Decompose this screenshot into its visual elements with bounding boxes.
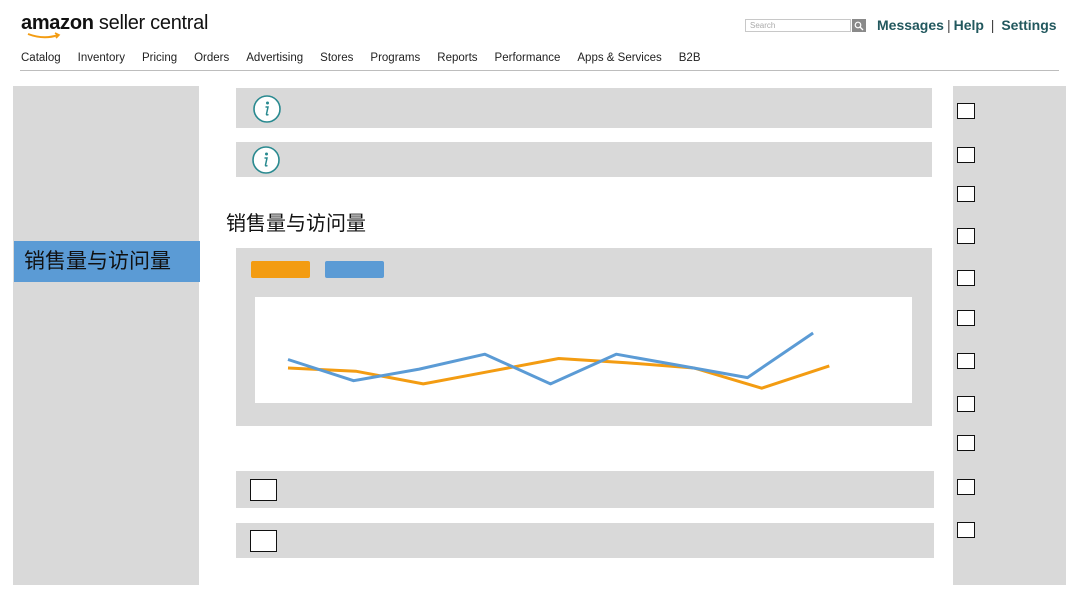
nav-catalog[interactable]: Catalog bbox=[21, 52, 61, 64]
right-checkbox[interactable] bbox=[957, 103, 975, 119]
right-checkbox[interactable] bbox=[957, 270, 975, 286]
search-input[interactable]: Search bbox=[745, 19, 851, 32]
series-line-blue bbox=[287, 331, 814, 386]
chart-area bbox=[255, 297, 912, 403]
sidebar-item-sales-traffic[interactable]: 销售量与访问量 bbox=[14, 241, 200, 282]
info-bar bbox=[236, 88, 932, 128]
logo-subtitle: seller central bbox=[93, 12, 209, 34]
right-checkbox[interactable] bbox=[957, 522, 975, 538]
content-row bbox=[236, 523, 934, 558]
messages-link[interactable]: Messages bbox=[877, 17, 944, 33]
legend-blue[interactable] bbox=[325, 261, 384, 278]
search-button[interactable] bbox=[852, 19, 866, 32]
content-row bbox=[236, 471, 934, 508]
nav-apps-services[interactable]: Apps & Services bbox=[577, 52, 661, 64]
right-checkbox[interactable] bbox=[957, 396, 975, 412]
right-checkbox[interactable] bbox=[957, 353, 975, 369]
row-checkbox[interactable] bbox=[250, 479, 277, 501]
help-link[interactable]: Help bbox=[954, 17, 984, 33]
settings-link[interactable]: Settings bbox=[1001, 17, 1056, 33]
info-bar bbox=[236, 142, 932, 177]
nav-reports[interactable]: Reports bbox=[437, 52, 477, 64]
right-checkbox[interactable] bbox=[957, 479, 975, 495]
main-nav: Catalog Inventory Pricing Orders Adverti… bbox=[21, 52, 718, 64]
nav-divider bbox=[20, 70, 1059, 71]
divider: | bbox=[986, 17, 999, 33]
right-checkbox[interactable] bbox=[957, 435, 975, 451]
nav-b2b[interactable]: B2B bbox=[679, 52, 701, 64]
nav-inventory[interactable]: Inventory bbox=[78, 52, 125, 64]
amazon-smile-icon bbox=[27, 32, 61, 39]
nav-pricing[interactable]: Pricing bbox=[142, 52, 177, 64]
row-checkbox[interactable] bbox=[250, 530, 277, 552]
right-checkbox[interactable] bbox=[957, 228, 975, 244]
nav-programs[interactable]: Programs bbox=[370, 52, 420, 64]
right-checkbox[interactable] bbox=[957, 186, 975, 202]
left-sidebar bbox=[13, 86, 199, 585]
nav-orders[interactable]: Orders bbox=[194, 52, 229, 64]
section-title: 销售量与访问量 bbox=[226, 213, 366, 235]
search-icon bbox=[854, 21, 864, 30]
legend-orange[interactable] bbox=[251, 261, 310, 278]
right-checkbox[interactable] bbox=[957, 147, 975, 163]
top-links: Messages | Help | Settings bbox=[877, 17, 1057, 33]
right-checkbox[interactable] bbox=[957, 310, 975, 326]
nav-performance[interactable]: Performance bbox=[495, 52, 561, 64]
info-icon[interactable] bbox=[252, 146, 280, 174]
info-icon[interactable] bbox=[253, 95, 281, 123]
nav-advertising[interactable]: Advertising bbox=[246, 52, 303, 64]
line-chart bbox=[287, 331, 830, 390]
nav-stores[interactable]: Stores bbox=[320, 52, 353, 64]
divider: | bbox=[946, 17, 951, 33]
series-line-orange bbox=[287, 357, 830, 390]
